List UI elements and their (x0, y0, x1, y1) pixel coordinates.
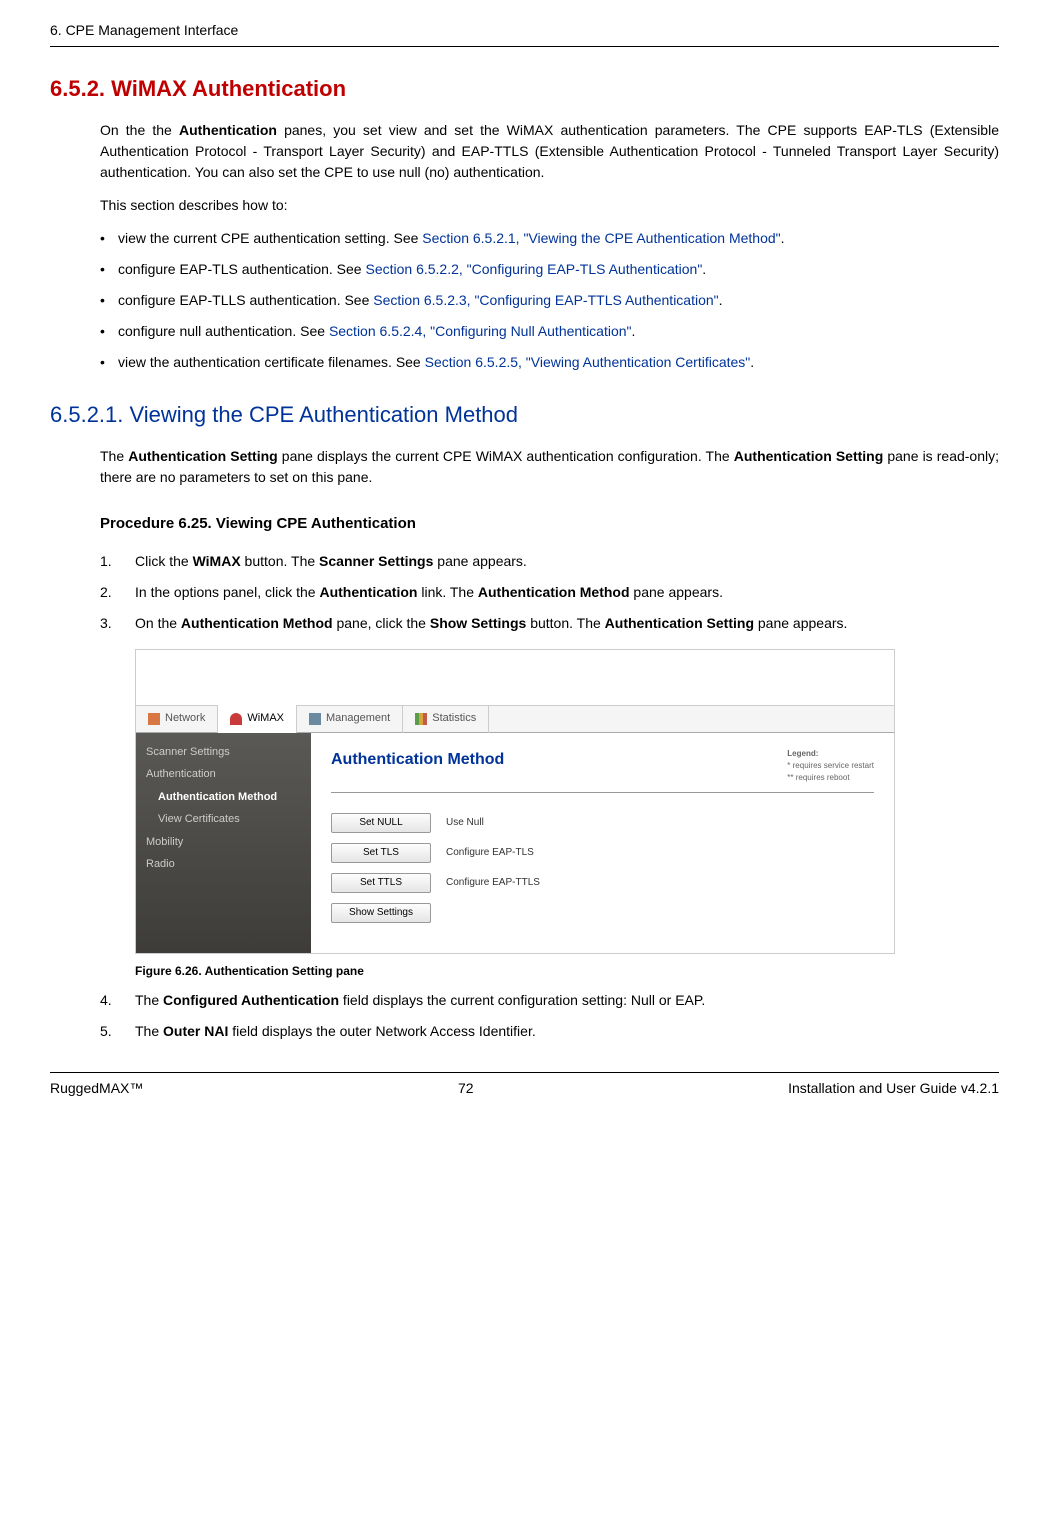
statistics-icon (415, 713, 427, 725)
list-item: view the authentication certificate file… (100, 352, 999, 373)
wimax-icon (230, 713, 242, 725)
xref-link[interactable]: Section 6.5.2.4, "Configuring Null Authe… (329, 323, 632, 339)
panel-title: Authentication Method (331, 748, 504, 772)
step-3: On the Authentication Method pane, click… (100, 613, 999, 980)
sidebar-item-scanner[interactable]: Scanner Settings (136, 741, 311, 764)
list-item: configure EAP-TLS authentication. See Se… (100, 259, 999, 280)
list-item: configure EAP-TLLS authentication. See S… (100, 290, 999, 311)
network-icon (148, 713, 160, 725)
sidebar-item-radio[interactable]: Radio (136, 853, 311, 876)
set-ttls-button[interactable]: Set TTLS (331, 873, 431, 893)
screenshot-banner (136, 650, 894, 705)
show-settings-button[interactable]: Show Settings (331, 903, 431, 923)
bullet-list: view the current CPE authentication sett… (100, 228, 999, 373)
chapter-label: 6. CPE Management Interface (50, 22, 238, 38)
conf-tls-label: Configure EAP-TLS (446, 845, 534, 860)
legend: Legend: * requires service restart ** re… (787, 748, 874, 784)
panel-header: Authentication Method Legend: * requires… (331, 748, 874, 793)
figure-626: Network WiMAX Management Statistics (135, 649, 999, 980)
footer-left: RuggedMAX™ (50, 1078, 143, 1099)
sidebar-item-auth[interactable]: Authentication (136, 763, 311, 786)
list-item: configure null authentication. See Secti… (100, 321, 999, 342)
step-1: Click the WiMAX button. The Scanner Sett… (100, 551, 999, 572)
intro-paragraph-2: This section describes how to: (100, 195, 999, 216)
row-show-settings: Show Settings (331, 903, 874, 923)
section-heading-652: 6.5.2. WiMAX Authentication (50, 72, 999, 105)
xref-link[interactable]: Section 6.5.2.1, "Viewing the CPE Authen… (422, 230, 780, 246)
step-4: The Configured Authentication field disp… (100, 990, 999, 1011)
row-set-tls: Set TLS Configure EAP-TLS (331, 843, 874, 863)
row-set-null: Set NULL Use Null (331, 813, 874, 833)
management-icon (309, 713, 321, 725)
step-2: In the options panel, click the Authenti… (100, 582, 999, 603)
xref-link[interactable]: Section 6.5.2.5, "Viewing Authentication… (425, 354, 751, 370)
page-footer: RuggedMAX™ 72 Installation and User Guid… (50, 1072, 999, 1099)
list-item: view the current CPE authentication sett… (100, 228, 999, 249)
figure-caption: Figure 6.26. Authentication Setting pane (135, 962, 999, 980)
footer-right: Installation and User Guide v4.2.1 (788, 1078, 999, 1099)
screenshot-body: Scanner Settings Authentication Authenti… (136, 733, 894, 953)
sidebar-item-auth-method[interactable]: Authentication Method (136, 786, 311, 809)
tab-network[interactable]: Network (136, 705, 218, 733)
sidebar: Scanner Settings Authentication Authenti… (136, 733, 311, 953)
section-6521-para: The Authentication Setting pane displays… (100, 446, 999, 488)
tab-management[interactable]: Management (297, 705, 403, 733)
section-heading-6521: 6.5.2.1. Viewing the CPE Authentication … (50, 398, 999, 431)
step-5: The Outer NAI field displays the outer N… (100, 1021, 999, 1042)
tab-wimax[interactable]: WiMAX (218, 705, 297, 733)
xref-link[interactable]: Section 6.5.2.2, "Configuring EAP-TLS Au… (365, 261, 702, 277)
page-header: 6. CPE Management Interface (50, 20, 999, 47)
main-panel: Authentication Method Legend: * requires… (311, 733, 894, 953)
nav-tabs: Network WiMAX Management Statistics (136, 705, 894, 733)
conf-ttls-label: Configure EAP-TTLS (446, 875, 540, 890)
set-null-button[interactable]: Set NULL (331, 813, 431, 833)
procedure-title: Procedure 6.25. Viewing CPE Authenticati… (100, 513, 999, 536)
sidebar-item-view-cert[interactable]: View Certificates (136, 808, 311, 831)
use-null-label: Use Null (446, 815, 484, 830)
xref-link[interactable]: Section 6.5.2.3, "Configuring EAP-TTLS A… (373, 292, 718, 308)
set-tls-button[interactable]: Set TLS (331, 843, 431, 863)
sidebar-item-mobility[interactable]: Mobility (136, 831, 311, 854)
procedure-steps: Click the WiMAX button. The Scanner Sett… (100, 551, 999, 1042)
footer-page-number: 72 (458, 1078, 474, 1099)
tab-statistics[interactable]: Statistics (403, 705, 489, 733)
screenshot-auth-method: Network WiMAX Management Statistics (135, 649, 895, 954)
intro-paragraph-1: On the the Authentication panes, you set… (100, 120, 999, 183)
row-set-ttls: Set TTLS Configure EAP-TTLS (331, 873, 874, 893)
